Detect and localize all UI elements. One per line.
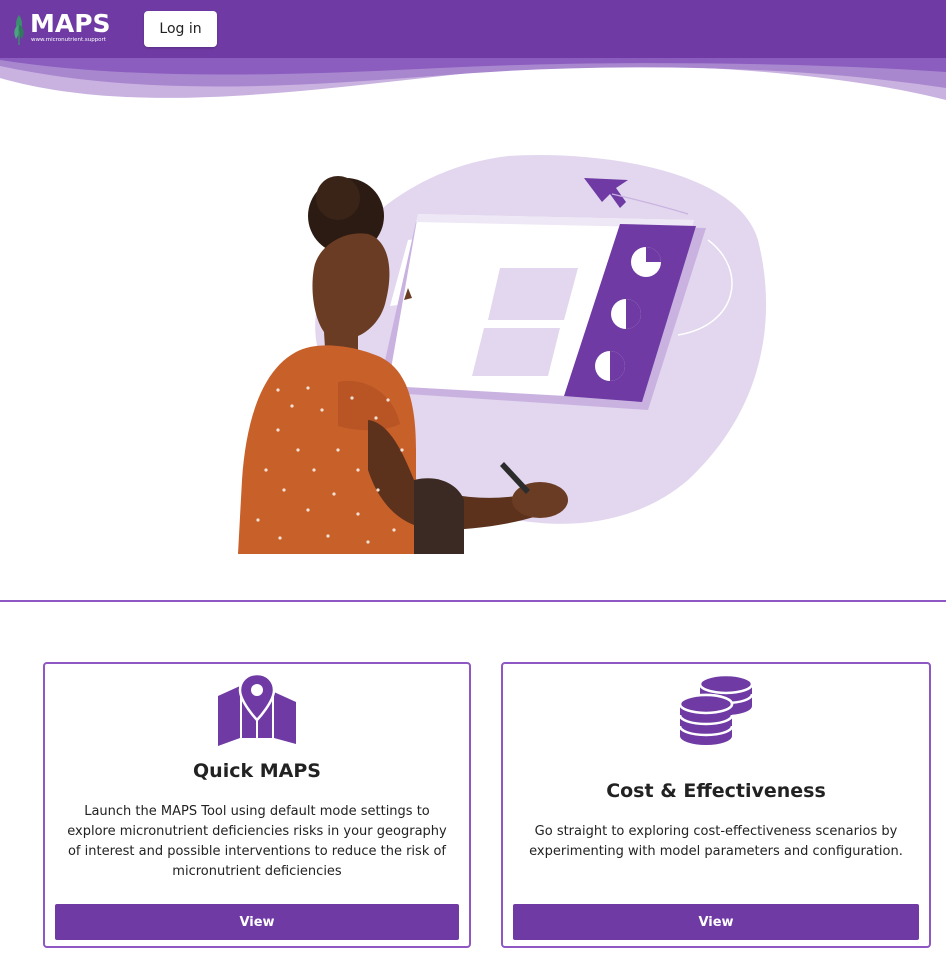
logo-url: www.micronutrient.support <box>31 37 106 43</box>
logo-wordmark: MAPS <box>30 9 111 38</box>
coins-icon <box>678 674 754 745</box>
card-description: Go straight to exploring cost-effectiven… <box>529 824 903 859</box>
section-divider <box>0 600 946 602</box>
cost-effectiveness-card: Cost & Effectiveness Go straight to expl… <box>501 662 931 948</box>
quick-maps-card: Quick MAPS Launch the MAPS Tool using de… <box>43 662 471 948</box>
quick-maps-view-button[interactable]: View <box>55 904 459 940</box>
header-wave <box>0 58 946 100</box>
card-title: Quick MAPS <box>193 760 321 782</box>
hero-illustration <box>238 154 767 554</box>
map-pin-icon <box>218 674 296 746</box>
login-button[interactable]: Log in <box>144 11 217 47</box>
wheat-leaf-icon <box>14 15 24 45</box>
top-header: MAPS www.micronutrient.support Log in <box>0 0 946 60</box>
maps-logo[interactable]: MAPS www.micronutrient.support <box>10 9 114 49</box>
card-description: Launch the MAPS Tool using default mode … <box>67 804 447 879</box>
cost-effectiveness-view-button[interactable]: View <box>513 904 919 940</box>
card-title: Cost & Effectiveness <box>606 780 826 802</box>
